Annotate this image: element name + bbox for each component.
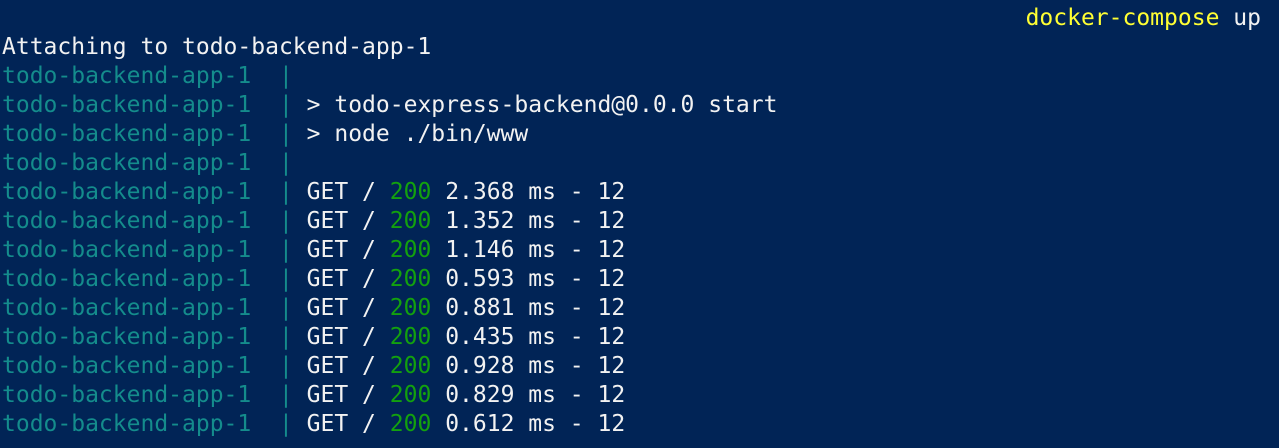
- log-message: > node ./bin/www: [306, 121, 529, 147]
- log-separator: |: [278, 92, 293, 118]
- container-prefix: todo-backend-app-1: [2, 150, 252, 176]
- log-line: todo-backend-app-1 | GET / 200 0.829 ms …: [2, 381, 1279, 410]
- log-separator: |: [278, 237, 293, 263]
- status-code: 200: [389, 179, 432, 205]
- log-line: todo-backend-app-1 | GET / 200 2.368 ms …: [2, 178, 1279, 207]
- container-prefix: todo-backend-app-1: [2, 63, 252, 89]
- request-method: GET /: [306, 295, 376, 321]
- log-separator: |: [278, 411, 293, 437]
- log-line: todo-backend-app-1 | GET / 200 0.612 ms …: [2, 410, 1279, 439]
- status-code: 200: [389, 411, 432, 437]
- log-separator: |: [278, 208, 293, 234]
- response-time: 0.928 ms - 12: [445, 353, 626, 379]
- log-line: todo-backend-app-1 |: [2, 149, 1279, 178]
- response-time: 1.352 ms - 12: [445, 208, 626, 234]
- container-prefix: todo-backend-app-1: [2, 411, 252, 437]
- status-code: 200: [389, 266, 432, 292]
- log-line: todo-backend-app-1 | GET / 200 0.881 ms …: [2, 294, 1279, 323]
- container-prefix: todo-backend-app-1: [2, 324, 252, 350]
- log-line: todo-backend-app-1 |: [2, 62, 1279, 91]
- container-prefix: todo-backend-app-1: [2, 208, 252, 234]
- container-prefix: todo-backend-app-1: [2, 237, 252, 263]
- status-code: 200: [389, 324, 432, 350]
- log-separator: |: [278, 179, 293, 205]
- log-separator: |: [278, 295, 293, 321]
- terminal-window[interactable]: docker-compose up Attaching to todo-back…: [0, 0, 1279, 448]
- log-line: todo-backend-app-1 | > todo-express-back…: [2, 91, 1279, 120]
- log-line: todo-backend-app-1 | GET / 200 0.928 ms …: [2, 352, 1279, 381]
- request-method: GET /: [306, 324, 376, 350]
- terminal-output: Attaching to todo-backend-app-1 todo-bac…: [2, 33, 1279, 439]
- response-time: 0.881 ms - 12: [445, 295, 626, 321]
- response-time: 0.435 ms - 12: [445, 324, 626, 350]
- status-code: 200: [389, 353, 432, 379]
- container-prefix: todo-backend-app-1: [2, 266, 252, 292]
- response-time: 0.829 ms - 12: [445, 382, 626, 408]
- status-code: 200: [389, 208, 432, 234]
- container-prefix: todo-backend-app-1: [2, 121, 252, 147]
- log-line: todo-backend-app-1 | GET / 200 0.435 ms …: [2, 323, 1279, 352]
- request-method: GET /: [306, 411, 376, 437]
- log-line: todo-backend-app-1 | GET / 200 1.146 ms …: [2, 236, 1279, 265]
- container-prefix: todo-backend-app-1: [2, 382, 252, 408]
- request-method: GET /: [306, 353, 376, 379]
- command-line: docker-compose up: [1026, 4, 1261, 33]
- command-arg: up: [1233, 5, 1261, 31]
- log-separator: |: [278, 150, 293, 176]
- response-time: 0.612 ms - 12: [445, 411, 626, 437]
- log-separator: |: [278, 353, 293, 379]
- status-code: 200: [389, 237, 432, 263]
- response-time: 1.146 ms - 12: [445, 237, 626, 263]
- request-method: GET /: [306, 237, 376, 263]
- attach-line: Attaching to todo-backend-app-1: [2, 34, 432, 60]
- container-prefix: todo-backend-app-1: [2, 92, 252, 118]
- log-line: todo-backend-app-1 | > node ./bin/www: [2, 120, 1279, 149]
- log-lines: todo-backend-app-1 | todo-backend-app-1 |…: [2, 62, 1279, 439]
- request-method: GET /: [306, 382, 376, 408]
- log-separator: |: [278, 63, 293, 89]
- command-name: docker-compose: [1025, 5, 1220, 31]
- log-message: > todo-express-backend@0.0.0 start: [306, 92, 778, 118]
- container-prefix: todo-backend-app-1: [2, 353, 252, 379]
- log-separator: |: [278, 324, 293, 350]
- log-separator: |: [278, 266, 293, 292]
- container-prefix: todo-backend-app-1: [2, 179, 252, 205]
- container-prefix: todo-backend-app-1: [2, 295, 252, 321]
- request-method: GET /: [306, 179, 376, 205]
- log-line: todo-backend-app-1 | GET / 200 0.593 ms …: [2, 265, 1279, 294]
- response-time: 2.368 ms - 12: [445, 179, 626, 205]
- status-code: 200: [389, 295, 432, 321]
- log-line: todo-backend-app-1 | GET / 200 1.352 ms …: [2, 207, 1279, 236]
- status-code: 200: [389, 382, 432, 408]
- response-time: 0.593 ms - 12: [445, 266, 626, 292]
- log-separator: |: [278, 382, 293, 408]
- request-method: GET /: [306, 266, 376, 292]
- request-method: GET /: [306, 208, 376, 234]
- log-separator: |: [278, 121, 293, 147]
